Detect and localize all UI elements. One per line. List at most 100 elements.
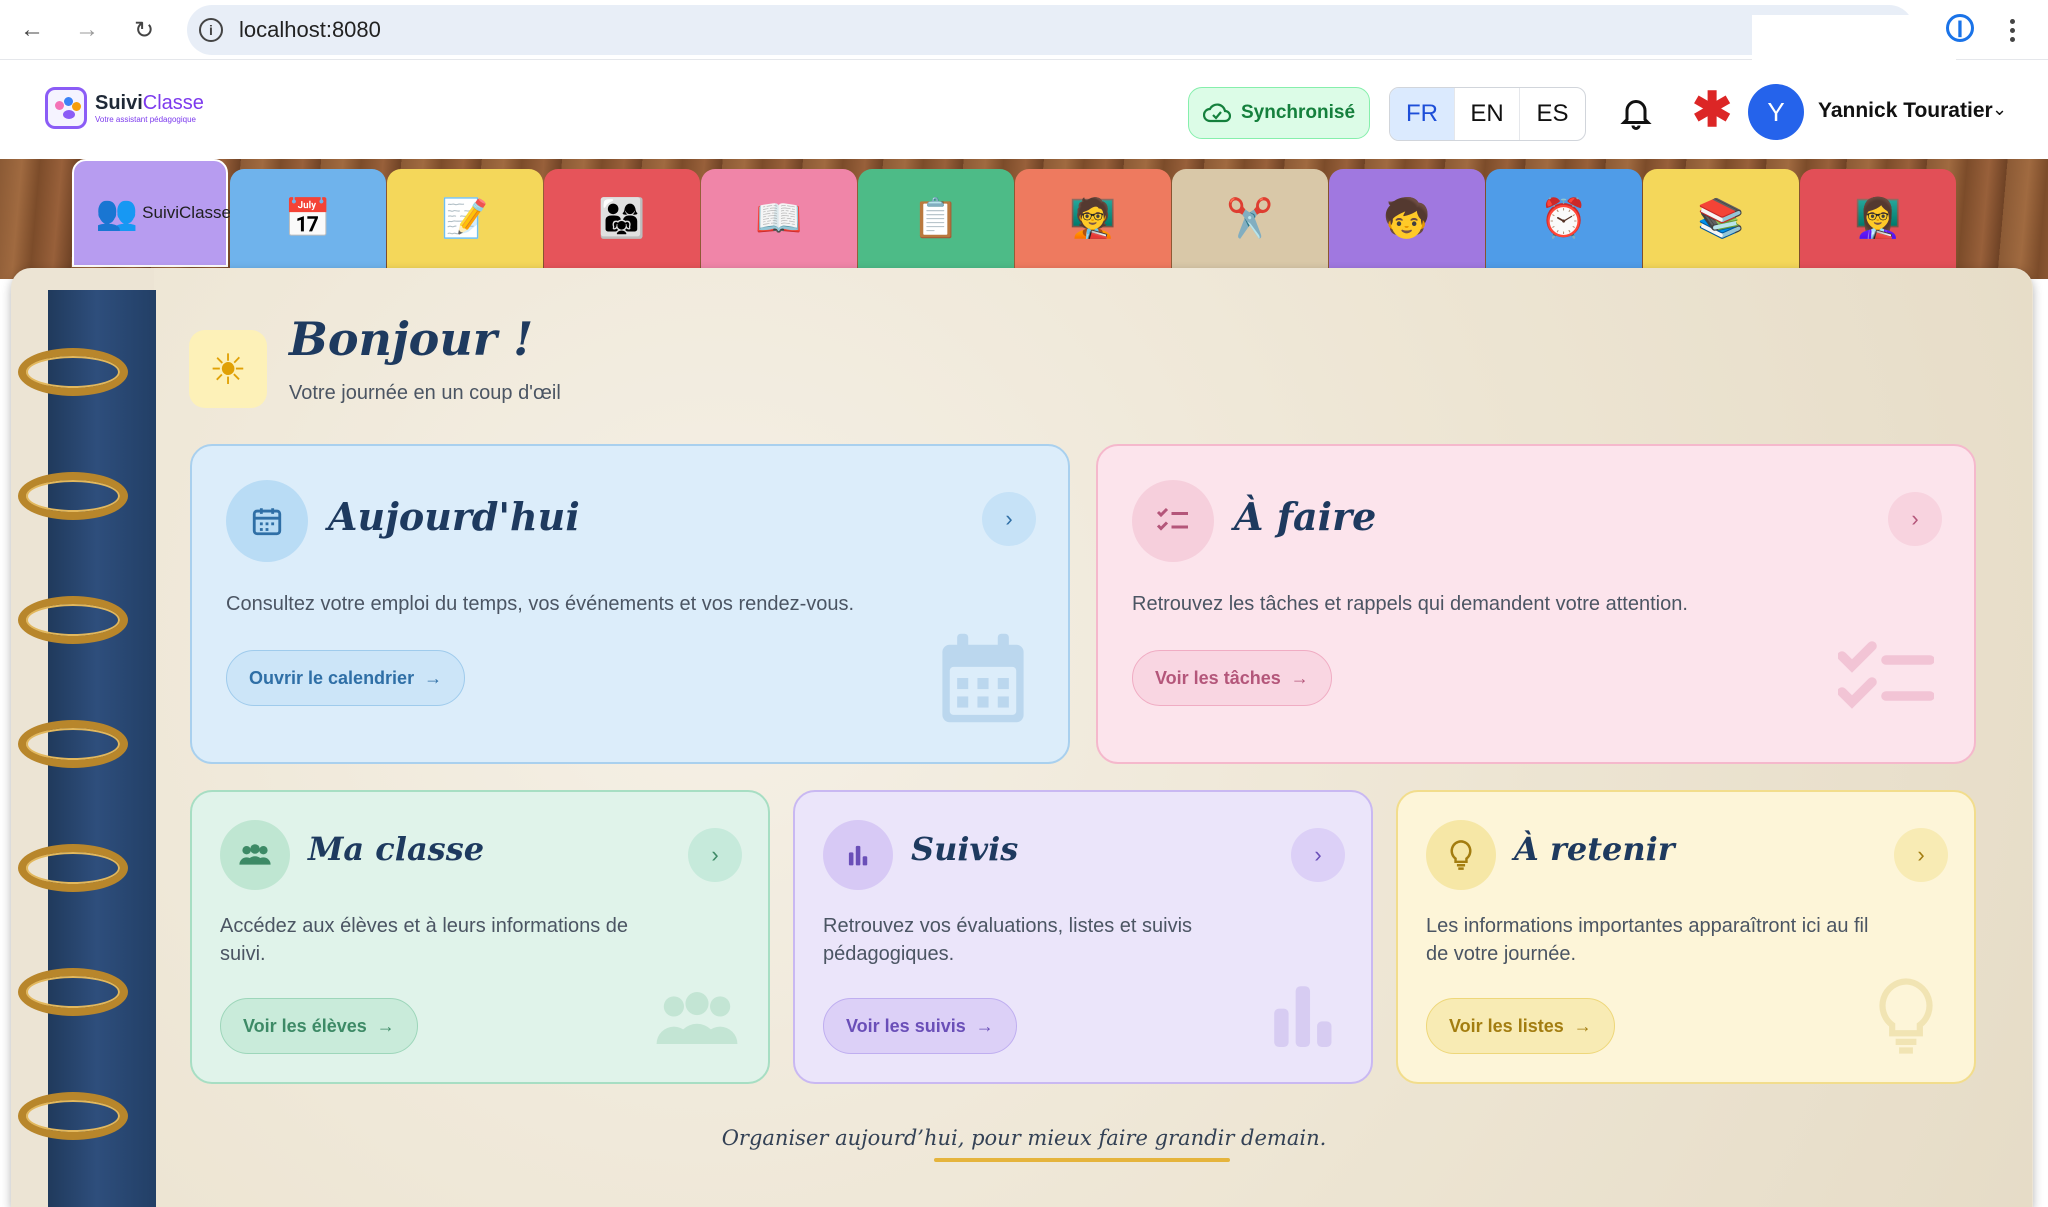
open-calendar-button[interactable]: Ouvrir le calendrier → xyxy=(226,650,466,706)
card-todo-title: À faire xyxy=(1234,494,1377,539)
app-logo[interactable]: SuiviClasse Votre assistant pédagogique xyxy=(45,87,204,129)
view-students-button[interactable]: Voir les élèves → xyxy=(220,998,418,1054)
back-icon[interactable]: ← xyxy=(14,12,50,48)
craft-icon: ✂️ xyxy=(1226,198,1274,240)
url-text: localhost:8080 xyxy=(239,17,381,42)
tab-book[interactable]: 📖 xyxy=(701,169,857,269)
arrow-right-icon: → xyxy=(975,1015,994,1036)
teacher-icon: 👩‍🏫 xyxy=(1854,198,1902,240)
ring-icon xyxy=(18,596,128,644)
people-decor-icon xyxy=(656,992,738,1044)
card-remember-title: À retenir xyxy=(1514,830,1675,868)
tab-group[interactable]: 🧒 xyxy=(1329,169,1485,269)
sun-icon: ☀ xyxy=(189,330,267,408)
language-switcher: FR EN ES xyxy=(1389,87,1586,141)
tab-home[interactable]: 👥 SuiviClasse xyxy=(72,159,231,267)
teacher-board-icon: 🧑‍🏫 xyxy=(1069,198,1117,240)
tab-calendar[interactable]: 📅 xyxy=(230,169,386,269)
lang-es-button[interactable]: ES xyxy=(1520,88,1585,140)
tab-notes[interactable]: 📝 xyxy=(387,169,543,269)
logo-name-part1: Suivi xyxy=(95,92,143,114)
card-todo-chevron-icon[interactable]: › xyxy=(1888,492,1942,546)
calendar-icon xyxy=(226,480,308,562)
view-tasks-label: Voir les tâches xyxy=(1155,667,1281,688)
logo-name-part2: Classe xyxy=(142,92,204,114)
view-tracking-button[interactable]: Voir les suivis → xyxy=(823,998,1017,1054)
tab-teacher[interactable]: 👩‍🏫 xyxy=(1800,169,1956,269)
card-class-chevron-icon[interactable]: › xyxy=(688,828,742,882)
logo-icon xyxy=(45,87,87,129)
ring-icon xyxy=(18,472,128,520)
avatar[interactable]: Y xyxy=(1748,84,1804,140)
lightbulb-icon xyxy=(1426,820,1496,890)
ring-icon xyxy=(18,720,128,768)
tab-checklist[interactable]: 📋 xyxy=(858,169,1014,269)
tab-teacher-board[interactable]: 🧑‍🏫 xyxy=(1015,169,1171,269)
card-today[interactable]: Aujourd'hui › Consultez votre emploi du … xyxy=(190,444,1070,764)
lang-en-button[interactable]: EN xyxy=(1455,88,1520,140)
card-remember-chevron-icon[interactable]: › xyxy=(1894,828,1948,882)
arrow-right-icon: → xyxy=(1573,1015,1592,1036)
reload-icon[interactable]: ↻ xyxy=(126,12,162,48)
address-bar[interactable]: i localhost:8080 xyxy=(187,5,1914,55)
card-class[interactable]: Ma classe › Accédez aux élèves et à leur… xyxy=(190,790,770,1084)
tab-craft[interactable]: ✂️ xyxy=(1172,169,1328,269)
card-today-chevron-icon[interactable]: › xyxy=(982,492,1036,546)
lightbulb-decor-icon xyxy=(1879,978,1933,1054)
group-icon: 🧒 xyxy=(1383,198,1431,240)
card-tracking-chevron-icon[interactable]: › xyxy=(1291,828,1345,882)
tab-reading[interactable]: 📚 xyxy=(1643,169,1799,269)
students-icon: 👨‍👩‍👧 xyxy=(598,198,646,240)
checklist-icon: 📋 xyxy=(912,198,960,240)
bar-chart-decor-icon xyxy=(1274,986,1332,1047)
card-class-description: Accédez aux élèves et à leurs informatio… xyxy=(220,915,628,965)
card-today-title: Aujourd'hui xyxy=(328,494,580,539)
checklist-icon xyxy=(1132,480,1214,562)
extension-icon[interactable]: ❙ xyxy=(1946,14,1974,42)
card-remember[interactable]: À retenir › Les informations importantes… xyxy=(1396,790,1976,1084)
app-header: SuiviClasse Votre assistant pédagogique … xyxy=(0,61,2048,159)
card-todo-description: Retrouvez les tâches et rappels qui dema… xyxy=(1132,593,1688,615)
chevron-down-icon[interactable]: ⌄ xyxy=(1992,99,2007,120)
sync-status-badge[interactable]: Synchronisé xyxy=(1188,87,1370,139)
card-class-title: Ma classe xyxy=(308,830,485,868)
bar-chart-icon xyxy=(823,820,893,890)
arrow-right-icon: → xyxy=(424,667,443,688)
view-lists-label: Voir les listes xyxy=(1449,1015,1564,1036)
card-today-description: Consultez votre emploi du temps, vos évé… xyxy=(226,593,855,615)
calendar-decor-icon xyxy=(942,633,1024,723)
card-tracking[interactable]: Suivis › Retrouvez vos évaluations, list… xyxy=(793,790,1373,1084)
view-tasks-button[interactable]: Voir les tâches → xyxy=(1132,650,1332,706)
card-tracking-description: Retrouvez vos évaluations, listes et sui… xyxy=(823,915,1193,965)
tab-home-label: SuiviClasse xyxy=(142,202,231,222)
view-tracking-label: Voir les suivis xyxy=(846,1015,966,1036)
footer-quote: Organiser aujourd’hui, pour mieux faire … xyxy=(721,1126,1327,1150)
tab-hours[interactable]: ⏰ xyxy=(1486,169,1642,269)
forward-icon[interactable]: → xyxy=(69,12,105,48)
people-icon xyxy=(220,820,290,890)
open-calendar-label: Ouvrir le calendrier xyxy=(249,667,415,688)
calendar-icon: 📅 xyxy=(284,198,332,240)
browser-menu-icon[interactable] xyxy=(2000,12,2024,48)
sync-label: Synchronisé xyxy=(1240,102,1356,123)
site-info-icon[interactable]: i xyxy=(199,18,223,42)
view-lists-button[interactable]: Voir les listes → xyxy=(1426,998,1615,1054)
tab-students[interactable]: 👨‍👩‍👧 xyxy=(544,169,700,269)
user-name[interactable]: Yannick Touratier xyxy=(1818,99,1993,123)
quote-underline xyxy=(934,1158,1230,1162)
ring-icon xyxy=(18,968,128,1016)
book-icon: 📖 xyxy=(755,198,803,240)
cloud-check-icon xyxy=(1202,103,1231,123)
bell-icon[interactable] xyxy=(1618,94,1654,130)
greeting-title: Bonjour ! xyxy=(289,312,534,366)
lang-fr-button[interactable]: FR xyxy=(1390,88,1455,140)
hours-clock-icon: ⏰ xyxy=(1540,198,1588,240)
card-remember-description: Les informations importantes apparaîtron… xyxy=(1426,915,1869,965)
asterisk-icon[interactable]: ✱ xyxy=(1692,87,1732,135)
reading-icon: 📚 xyxy=(1697,198,1745,240)
ring-icon xyxy=(18,844,128,892)
arrow-right-icon: → xyxy=(1290,667,1309,688)
ring-icon xyxy=(18,348,128,396)
home-icon: 👥 xyxy=(95,194,139,232)
card-todo[interactable]: À faire › Retrouvez les tâches et rappel… xyxy=(1096,444,1976,764)
